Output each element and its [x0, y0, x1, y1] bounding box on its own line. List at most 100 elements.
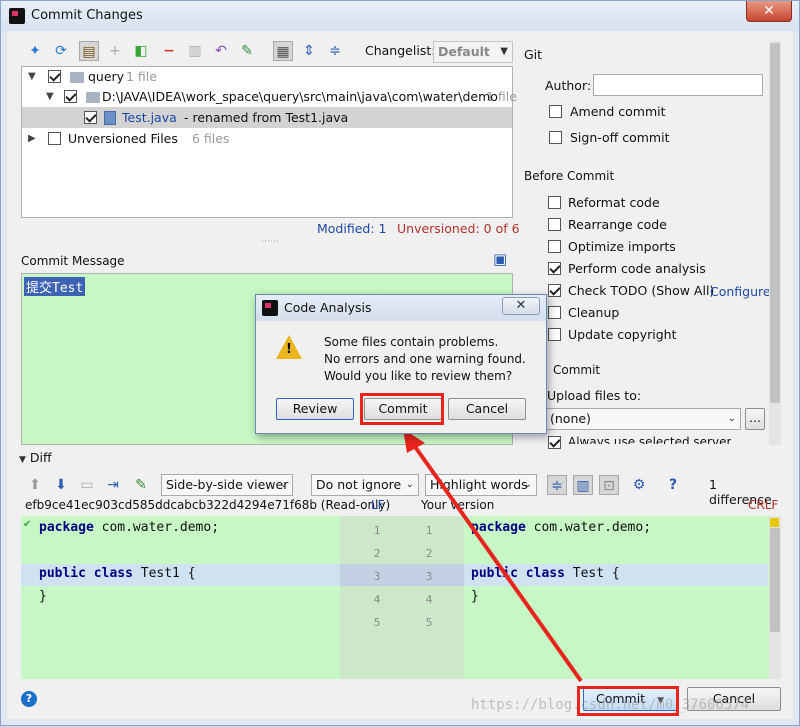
- refresh-icon[interactable]: ⟳: [51, 41, 71, 61]
- group-icon[interactable]: ◧: [131, 41, 151, 61]
- shelve-icon[interactable]: ✎: [237, 41, 257, 61]
- code-analysis-label: Perform code analysis: [568, 261, 706, 276]
- gear-icon[interactable]: ⚙: [629, 475, 649, 495]
- title-bar[interactable]: Commit Changes ✕: [1, 1, 799, 31]
- configure-link[interactable]: Configure: [710, 284, 771, 299]
- diff-scrollbar[interactable]: [769, 516, 781, 679]
- amend-checkbox[interactable]: [549, 105, 562, 118]
- diff-icon[interactable]: ▤: [79, 41, 99, 61]
- warning-marker[interactable]: [770, 518, 779, 527]
- modified-count[interactable]: Modified: 1: [317, 221, 386, 236]
- signoff-checkbox[interactable]: [549, 131, 562, 144]
- cleanup-checkbox[interactable]: [548, 306, 561, 319]
- upload-select[interactable]: (none) ⌄: [545, 408, 741, 430]
- changes-tree[interactable]: ▼ query 1 file ▼ D:\JAVA\IDEA\work_space…: [21, 66, 517, 218]
- chevron-down-icon[interactable]: ▼: [46, 87, 54, 107]
- scrollbar-thumb[interactable]: [770, 528, 780, 632]
- check-todo-checkbox[interactable]: [548, 284, 561, 297]
- ignore-select[interactable]: Do not ignore ⌄: [311, 474, 419, 496]
- intellij-app-icon: [9, 8, 25, 24]
- viewer-select[interactable]: Side-by-side viewer ⌄: [161, 474, 293, 496]
- scrollbar-thumb[interactable]: [770, 43, 780, 403]
- optimize-imports-checkbox[interactable]: [548, 240, 561, 253]
- always-use-server-checkbox[interactable]: [548, 436, 561, 449]
- left-code-line-4: }: [39, 589, 47, 604]
- right-header: Your version: [421, 498, 495, 512]
- edit-source-icon[interactable]: ✎: [131, 475, 151, 495]
- right-line-number: 3: [425, 570, 433, 583]
- diff-toolbar: ⬆ ⬇ ▭ ⇥ ✎ Side-by-side viewer ⌄ Do not i…: [21, 471, 781, 507]
- prev-file-icon[interactable]: ▭: [77, 475, 97, 495]
- reformat-checkbox[interactable]: [548, 196, 561, 209]
- collapse-unchanged-icon[interactable]: ≑: [547, 475, 567, 495]
- help-icon[interactable]: ?: [663, 475, 683, 495]
- author-label: Author:: [545, 78, 592, 93]
- always-use-server-label: Always use selected server: [568, 435, 732, 444]
- right-line-1-text: com.water.demo;: [533, 520, 652, 535]
- chevron-down-icon[interactable]: ▼: [28, 67, 36, 87]
- update-copyright-label: Update copyright: [568, 327, 677, 342]
- changelist-select[interactable]: Default ▼: [433, 41, 513, 63]
- dialog-close-button[interactable]: ✕: [502, 297, 540, 315]
- lock-icon[interactable]: ⊡: [599, 475, 619, 495]
- dialog-title: Code Analysis: [284, 300, 372, 315]
- unversioned-stat[interactable]: Unversioned: 0 of 6: [397, 221, 520, 236]
- collapse-icon[interactable]: ≑: [325, 41, 345, 61]
- commit-message-label: Commit Message: [21, 254, 125, 268]
- dialog-cancel-button[interactable]: Cancel: [448, 398, 526, 420]
- toggle-icon[interactable]: ▦: [273, 41, 293, 61]
- right-panel-scrollbar[interactable]: [769, 41, 781, 445]
- left-line-number: 1: [373, 524, 381, 537]
- query-checkbox[interactable]: [48, 70, 61, 83]
- file-label: Test.java: [122, 110, 177, 125]
- next-file-icon[interactable]: ⇥: [103, 475, 123, 495]
- remove-icon[interactable]: −: [159, 41, 179, 61]
- diff-label: Diff: [29, 450, 52, 465]
- splitter-handle[interactable]: ⋯⋯: [261, 237, 279, 247]
- upload-label: Upload files to:: [547, 388, 642, 403]
- move-icon[interactable]: ✦: [25, 41, 45, 61]
- warning-exclamation: !: [286, 342, 292, 357]
- dialog-title-bar[interactable]: Code Analysis ✕: [256, 295, 546, 321]
- left-eol[interactable]: LF: [371, 498, 385, 512]
- left-line-number: 4: [373, 593, 381, 606]
- update-copyright-checkbox[interactable]: [548, 328, 561, 341]
- prev-diff-icon[interactable]: ⬆: [25, 475, 45, 495]
- history-icon[interactable]: ▣: [493, 250, 507, 268]
- directory-checkbox[interactable]: [64, 90, 77, 103]
- code-analysis-checkbox[interactable]: [548, 262, 561, 275]
- rearrange-checkbox[interactable]: [548, 218, 561, 231]
- chevron-down-icon[interactable]: ▼: [19, 455, 26, 465]
- dialog-line-1: Some files contain problems.: [324, 335, 499, 349]
- upload-value: (none): [550, 411, 591, 426]
- before-commit-label: Before Commit: [524, 169, 615, 183]
- sync-scroll-icon[interactable]: ▥: [573, 475, 593, 495]
- review-button[interactable]: Review: [276, 398, 354, 420]
- file-checkbox[interactable]: [84, 111, 97, 124]
- add-icon[interactable]: +: [105, 41, 125, 61]
- highlight-value: Highlight words: [430, 477, 528, 492]
- unversioned-checkbox[interactable]: [48, 132, 61, 145]
- next-diff-icon[interactable]: ⬇: [51, 475, 71, 495]
- right-line-3-text: Test {: [572, 566, 620, 581]
- browse-button[interactable]: ...: [745, 408, 765, 430]
- diff-section-header[interactable]: ▼ Diff: [19, 450, 52, 465]
- module-icon: [70, 72, 84, 83]
- chevron-right-icon[interactable]: ▶: [28, 129, 36, 149]
- chevron-down-icon: ▼: [500, 46, 508, 57]
- chevron-down-icon: ⌄: [727, 413, 736, 424]
- java-file-icon: [104, 111, 116, 125]
- right-line-number: 1: [425, 524, 433, 537]
- highlight-select[interactable]: Highlight words ⌄: [425, 474, 537, 496]
- diff-viewer[interactable]: ✔ package com.water.demo; public class T…: [21, 516, 781, 679]
- jump-icon[interactable]: ▥: [185, 41, 205, 61]
- optimize-imports-label: Optimize imports: [568, 239, 676, 254]
- window-title: Commit Changes: [31, 8, 143, 23]
- help-button[interactable]: ?: [21, 691, 37, 707]
- revert-icon[interactable]: ↶: [211, 41, 231, 61]
- changelist-label: Changelist:: [365, 43, 436, 58]
- window-close-button[interactable]: ✕: [746, 1, 792, 22]
- author-input[interactable]: [593, 74, 763, 96]
- right-eol[interactable]: CRLF: [748, 498, 778, 512]
- expand-icon[interactable]: ⇕: [299, 41, 319, 61]
